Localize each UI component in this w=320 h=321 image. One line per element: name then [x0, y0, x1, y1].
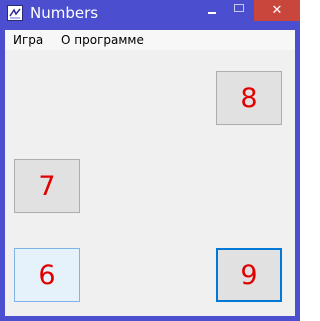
- number-button-8[interactable]: 8: [216, 71, 282, 125]
- app-window: Numbers ✕ Игра О программе 8 7 6 9: [0, 0, 300, 321]
- close-icon: ✕: [271, 3, 283, 18]
- number-button-9[interactable]: 9: [216, 248, 282, 302]
- window-title: Numbers: [30, 4, 99, 22]
- menu-about[interactable]: О программе: [61, 33, 144, 47]
- app-icon[interactable]: [7, 5, 23, 21]
- number-button-6[interactable]: 6: [14, 248, 80, 302]
- client-area: Игра О программе 8 7 6 9: [5, 30, 295, 316]
- title-bar[interactable]: Numbers ✕: [0, 0, 300, 30]
- maximize-button[interactable]: [227, 0, 253, 21]
- menu-game[interactable]: Игра: [13, 33, 43, 47]
- number-button-7[interactable]: 7: [14, 159, 80, 213]
- close-button[interactable]: ✕: [254, 0, 300, 21]
- menu-bar: Игра О программе: [5, 30, 295, 50]
- maximize-icon: [234, 4, 244, 12]
- minimize-button[interactable]: [199, 0, 225, 21]
- minimize-icon: [208, 12, 216, 14]
